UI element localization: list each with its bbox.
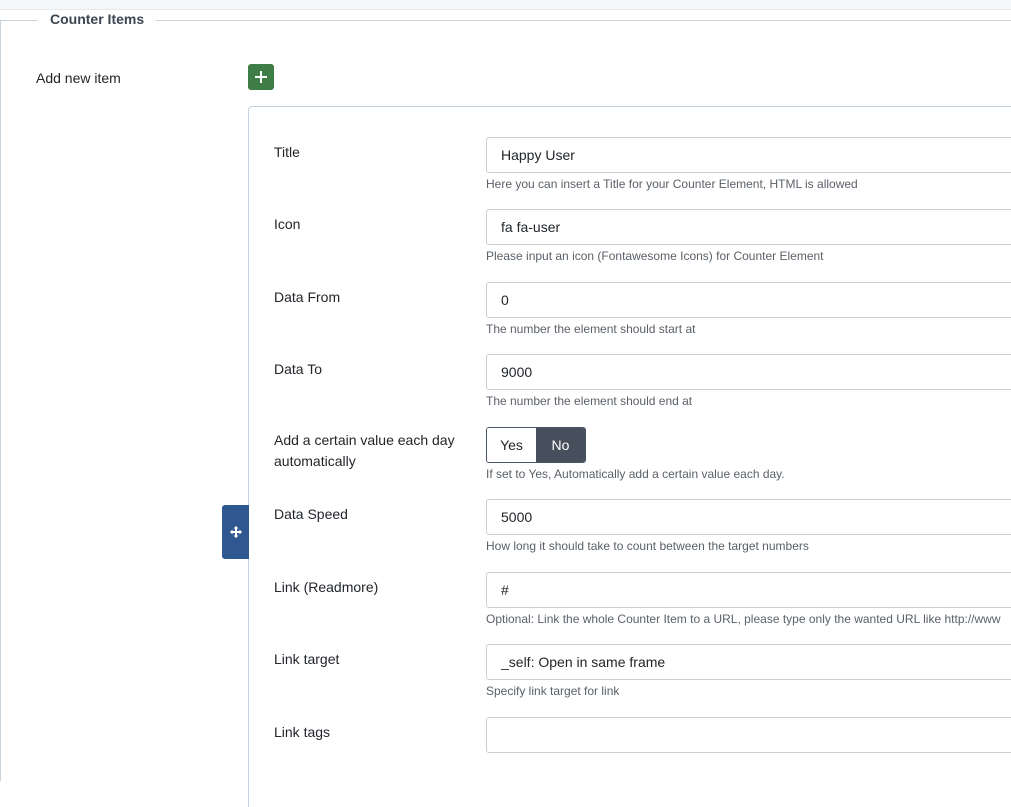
icon-label: Icon [274, 216, 301, 232]
data-from-input[interactable] [486, 282, 1011, 318]
data-to-help: The number the element should end at [486, 394, 693, 408]
data-speed-label: Data Speed [274, 506, 348, 522]
icon-input[interactable] [486, 209, 1011, 245]
data-to-input[interactable] [486, 354, 1011, 390]
link-target-label: Link target [274, 651, 340, 667]
data-speed-input[interactable] [486, 499, 1011, 535]
fieldset-legend: Counter Items [38, 11, 157, 27]
top-strip [0, 0, 1011, 10]
add-item-button[interactable] [248, 64, 274, 90]
title-label: Title [274, 144, 300, 160]
data-speed-help: How long it should take to count between… [486, 539, 809, 553]
link-tags-label: Link tags [274, 724, 331, 740]
icon-help: Please input an icon (Fontawesome Icons)… [486, 249, 824, 263]
auto-add-toggle: Yes No [486, 427, 586, 463]
drag-handle[interactable] [222, 505, 249, 559]
link-target-help: Specify link target for link [486, 684, 620, 698]
link-tags-input[interactable] [486, 717, 1011, 753]
toggle-no-button[interactable]: No [536, 428, 585, 462]
add-new-item-label: Add new item [36, 70, 121, 86]
link-label: Link (Readmore) [274, 579, 379, 595]
title-input[interactable] [486, 137, 1011, 173]
move-icon [229, 526, 242, 538]
toggle-yes-button[interactable]: Yes [487, 428, 536, 462]
data-to-label: Data To [274, 361, 322, 377]
data-from-help: The number the element should start at [486, 322, 696, 336]
title-help: Here you can insert a Title for your Cou… [486, 177, 858, 191]
auto-add-help: If set to Yes, Automatically add a certa… [486, 467, 785, 481]
auto-add-label: Add a certain value each day automatical… [274, 432, 455, 469]
data-from-label: Data From [274, 289, 341, 305]
link-target-select[interactable] [486, 644, 1011, 680]
plus-icon [255, 71, 267, 83]
link-input[interactable] [486, 572, 1011, 608]
link-help: Optional: Link the whole Counter Item to… [486, 612, 1001, 626]
